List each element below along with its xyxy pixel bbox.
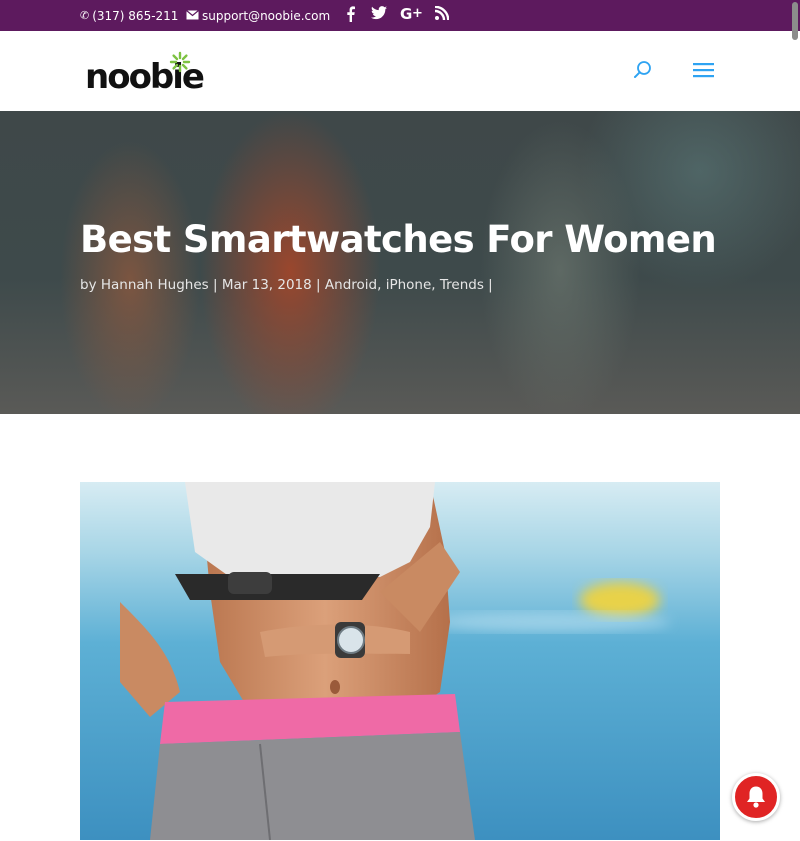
email-address[interactable]: support@noobie.com [202,9,330,23]
category-link-iphone[interactable]: iPhone [386,277,432,293]
email-contact[interactable]: support@noobie.com [186,9,330,23]
author-link[interactable]: Hannah Hughes [101,277,209,293]
twitter-icon[interactable] [371,6,387,24]
envelope-icon [186,9,199,23]
post-hero: Best Smartwatches For Women by Hannah Hu… [0,111,800,414]
scrollbar-thumb[interactable] [792,2,798,40]
category-link-android[interactable]: Android [325,277,377,293]
logo-burst-icon [169,51,191,73]
by-label: by [80,277,97,293]
search-button[interactable] [633,60,653,80]
top-bar: ✆ (317) 865-211 support@noobie.com G + [0,0,800,31]
facebook-icon[interactable] [342,6,358,24]
rss-icon[interactable] [434,5,450,24]
phone-number[interactable]: (317) 865-211 [92,9,178,23]
meta-separator: | [488,277,493,293]
phone-contact[interactable]: ✆ (317) 865-211 [80,9,178,23]
site-header: noobie [0,31,800,111]
phone-icon: ✆ [80,9,90,22]
post-meta: by Hannah Hughes | Mar 13, 2018 | Androi… [80,277,493,293]
category-link-trends[interactable]: Trends [440,277,484,293]
meta-separator: | [316,277,321,293]
post-date: Mar 13, 2018 [221,277,312,293]
hamburger-menu-icon [693,63,714,78]
site-logo[interactable]: noobie [85,51,209,97]
search-icon [634,61,651,78]
svg-text:G: G [400,6,412,22]
featured-image-illustration [80,482,720,840]
category-separator: , [431,277,436,293]
category-separator: , [377,277,382,293]
bell-icon [747,786,765,808]
google-plus-icon[interactable]: G + [400,5,424,24]
notification-bell-button[interactable] [732,773,780,821]
menu-button[interactable] [693,61,715,79]
meta-separator: | [213,277,218,293]
post-title: Best Smartwatches For Women [80,218,717,261]
svg-text:+: + [412,6,423,21]
featured-image [80,482,720,840]
social-links: G + [342,5,463,24]
